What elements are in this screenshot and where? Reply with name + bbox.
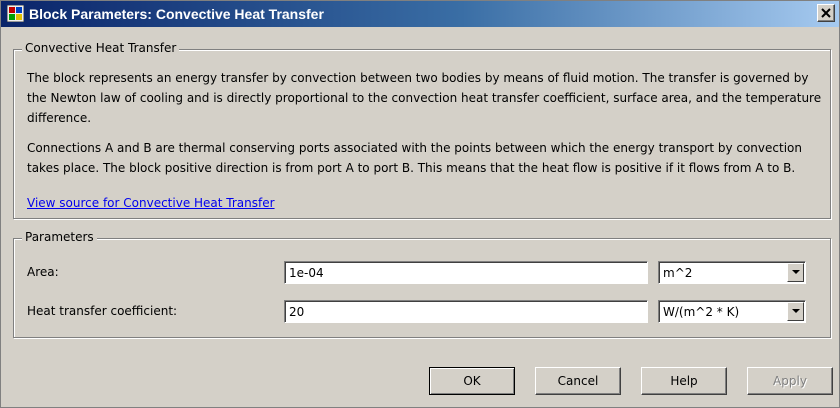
description-group-title: Convective Heat Transfer: [22, 41, 180, 55]
window-title: Block Parameters: Convective Heat Transf…: [29, 6, 324, 22]
heat-transfer-coefficient-unit-value: W/(m^2 * K): [663, 305, 740, 319]
close-icon: [821, 8, 831, 18]
close-button[interactable]: [817, 4, 835, 22]
parameters-group-title: Parameters: [22, 230, 97, 244]
apply-button[interactable]: Apply: [747, 367, 833, 395]
cancel-button[interactable]: Cancel: [535, 367, 621, 395]
description-paragraph-2: Connections A and B are thermal conservi…: [27, 141, 802, 175]
view-source-link[interactable]: View source for Convective Heat Transfer: [27, 196, 275, 210]
heat-transfer-coefficient-unit-select[interactable]: W/(m^2 * K): [658, 300, 806, 323]
description-group: Convective Heat Transfer The block repre…: [13, 41, 831, 219]
area-unit-select[interactable]: m^2: [658, 261, 806, 284]
dialog-window: Block Parameters: Convective Heat Transf…: [0, 0, 840, 408]
ok-button[interactable]: OK: [429, 367, 515, 395]
heat-transfer-coefficient-label: Heat transfer coefficient:: [27, 304, 178, 318]
dropdown-arrow-icon: [792, 309, 800, 313]
simulink-block-icon: [6, 4, 25, 23]
area-label: Area:: [27, 265, 59, 279]
heat-transfer-coefficient-unit-dropdown-button[interactable]: [787, 302, 804, 321]
help-button[interactable]: Help: [641, 367, 727, 395]
parameters-group: Parameters Area: 1e-04 m^2 Heat transfer…: [13, 230, 831, 338]
area-unit-value: m^2: [663, 266, 693, 280]
area-unit-dropdown-button[interactable]: [787, 263, 804, 282]
dropdown-arrow-icon: [792, 270, 800, 274]
heat-transfer-coefficient-input[interactable]: 20: [284, 300, 648, 323]
title-bar[interactable]: Block Parameters: Convective Heat Transf…: [1, 1, 839, 27]
area-input[interactable]: 1e-04: [284, 261, 648, 284]
description-paragraph-1: The block represents an energy transfer …: [27, 71, 822, 125]
